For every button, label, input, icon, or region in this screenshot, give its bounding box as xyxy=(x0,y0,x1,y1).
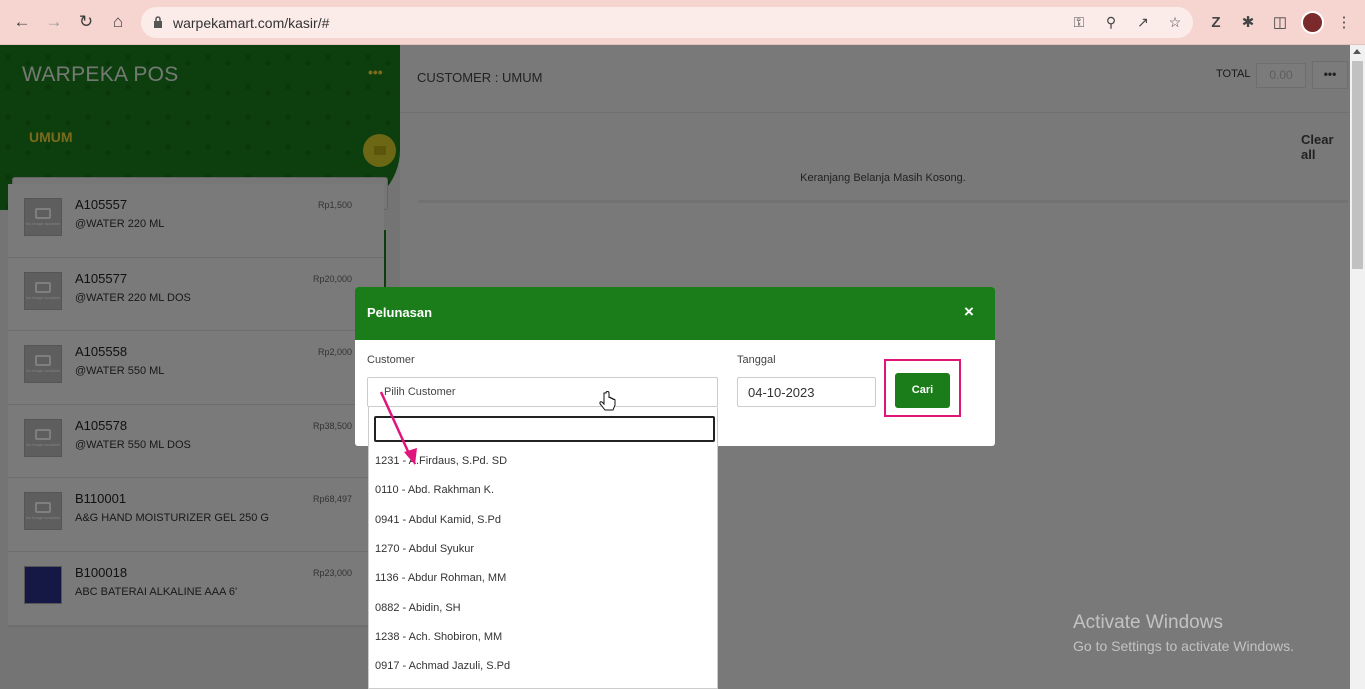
address-bar[interactable]: warpekamart.com/kasir/# ⚿ ⚲ ↗ ☆ xyxy=(141,7,1193,38)
browser-toolbar: ← → ↻ ⌂ warpekamart.com/kasir/# ⚿ ⚲ ↗ ☆ … xyxy=(0,0,1365,45)
watermark-line1: Activate Windows xyxy=(1073,612,1223,633)
scroll-up-icon[interactable] xyxy=(1353,49,1361,54)
url-text: warpekamart.com/kasir/# xyxy=(173,15,330,31)
share-icon[interactable]: ↗ xyxy=(1134,13,1152,31)
scrollbar-thumb[interactable] xyxy=(1352,61,1363,269)
customer-option[interactable]: 1231 - A.Firdaus, S.Pd. SD xyxy=(375,455,507,467)
zoom-icon[interactable]: ⚲ xyxy=(1102,13,1120,31)
forward-icon[interactable]: → xyxy=(43,11,65,33)
modal-title: Pelunasan xyxy=(367,305,433,320)
kebab-menu-icon[interactable]: ⋮ xyxy=(1334,12,1354,32)
customer-select-value: Pilih Customer xyxy=(384,386,456,398)
close-icon[interactable]: × xyxy=(964,302,974,322)
sidepanel-icon[interactable]: ◫ xyxy=(1270,12,1290,32)
customer-dropdown: 1231 - A.Firdaus, S.Pd. SD 0110 - Abd. Ra… xyxy=(368,407,718,689)
page-scrollbar[interactable] xyxy=(1350,45,1365,689)
customer-option[interactable]: 1238 - Ach. Shobiron, MM xyxy=(375,631,502,643)
customer-select[interactable]: Pilih Customer xyxy=(367,377,718,407)
customer-option[interactable]: 0941 - Abdul Kamid, S.Pd xyxy=(375,514,501,526)
windows-activation-watermark: Activate Windows Go to Settings to activ… xyxy=(1073,612,1294,654)
customer-option[interactable]: 1270 - Abdul Syukur xyxy=(375,543,474,555)
customer-option[interactable]: 0917 - Achmad Jazuli, S.Pd xyxy=(375,660,510,672)
date-label: Tanggal xyxy=(737,354,776,366)
bookmark-star-icon[interactable]: ☆ xyxy=(1166,13,1184,31)
back-icon[interactable]: ← xyxy=(11,11,33,33)
home-icon[interactable]: ⌂ xyxy=(107,11,129,33)
profile-avatar[interactable] xyxy=(1301,11,1324,34)
modal-header: Pelunasan × xyxy=(355,287,995,340)
customer-option[interactable]: 0882 - Abidin, SH xyxy=(375,602,461,614)
customer-option[interactable]: 0110 - Abd. Rakhman K. xyxy=(375,484,494,496)
watermark-line2: Go to Settings to activate Windows. xyxy=(1073,638,1294,654)
key-icon[interactable]: ⚿ xyxy=(1070,13,1088,31)
customer-option[interactable]: 1136 - Abdur Rohman, MM xyxy=(375,572,506,584)
customer-label: Customer xyxy=(367,354,415,366)
cari-button[interactable]: Cari xyxy=(895,373,950,408)
puzzle-icon[interactable]: ✱ xyxy=(1238,12,1258,32)
reload-icon[interactable]: ↻ xyxy=(75,11,97,33)
extension-z-icon[interactable]: Z xyxy=(1206,12,1226,32)
dropdown-search-input[interactable] xyxy=(374,416,715,442)
lock-icon xyxy=(154,16,162,28)
date-input[interactable]: 04-10-2023 xyxy=(737,377,876,407)
